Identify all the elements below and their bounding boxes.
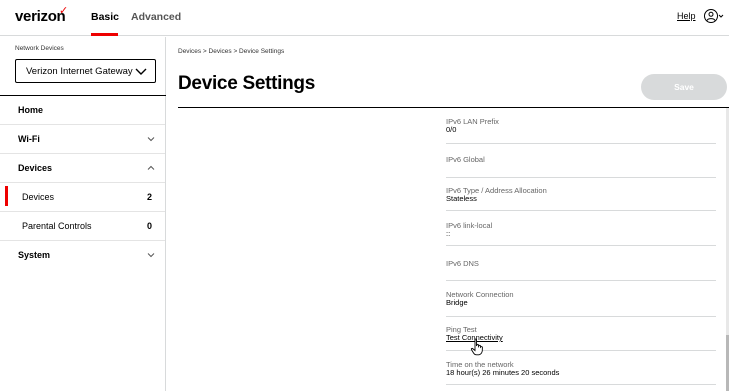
network-devices-dropdown[interactable]: Verizon Internet Gateway [15,59,156,83]
detail-value: Stateless [446,194,477,203]
title-divider [178,107,729,108]
active-tab-indicator [91,33,118,36]
breadcrumb: Devices > Devices > Device Settings [178,48,285,55]
detail-key: IPv6 Global [446,155,485,164]
logo-check-icon: ✓ [59,5,69,17]
sidebar-item-wifi[interactable]: Wi-Fi [0,125,165,154]
chevron-down-icon [147,253,155,258]
detail-value: :: [446,229,451,238]
detail-value: 18 hour(s) 26 minutes 20 seconds [446,368,560,377]
sidebar-item-label: Home [18,105,44,115]
sidebar-item-home[interactable]: Home [0,96,165,125]
detail-ipv6-lan-prefix: IPv6 LAN Prefix 0/0 [446,114,716,144]
detail-ipv6-global: IPv6 Global [446,144,716,178]
help-link[interactable]: Help [677,11,696,21]
chevron-up-icon [147,165,155,170]
page-title: Device Settings [178,73,315,94]
sidebar-item-devices[interactable]: Devices [0,154,165,183]
sidebar-item-label: Wi-Fi [18,134,40,144]
detail-network-connection: Network Connection Bridge [446,281,716,317]
detail-ipv6-link-local: IPv6 link-local :: [446,211,716,246]
user-account-icon[interactable] [703,8,725,24]
detail-ping-test: Ping Test Test Connectivity [446,317,716,351]
sidebar: Network Devices Verizon Internet Gateway… [0,37,166,391]
detail-time-on-network: Time on the network 18 hour(s) 26 minute… [446,351,716,385]
detail-key: IPv6 link-local [446,221,493,230]
active-item-indicator [5,186,8,206]
chevron-down-icon [147,137,155,142]
chevron-down-icon [135,68,147,75]
detail-ipv6-type: IPv6 Type / Address Allocation Stateless [446,178,716,211]
devices-count: 2 [147,192,153,202]
detail-value: 0/0 [446,125,457,134]
detail-ipv6-dns: IPv6 DNS [446,246,716,281]
sidebar-subitem-devices[interactable]: Devices 2 [0,183,165,212]
network-devices-selected: Verizon Internet Gateway [26,66,133,77]
sidebar-item-label: Devices [22,192,55,202]
hand-pointer-icon [470,338,483,356]
save-button[interactable]: Save [641,74,727,100]
nav-advanced-tab[interactable]: Advanced [131,11,181,23]
verizon-logo: verizon [15,8,66,25]
sidebar-subitem-parental-controls[interactable]: Parental Controls 0 [0,212,165,241]
sidebar-item-system[interactable]: System [0,241,165,270]
nav-basic-tab[interactable]: Basic [91,11,119,23]
sidebar-item-label: Devices [18,163,53,173]
sidebar-item-label: Parental Controls [22,221,92,231]
network-devices-label: Network Devices [15,45,64,52]
detail-key: IPv6 DNS [446,259,479,268]
top-bar: verizon ✓ Basic Advanced Help [0,0,729,36]
sidebar-item-label: System [18,250,51,260]
parental-controls-count: 0 [147,221,153,231]
detail-value: Bridge [446,298,468,307]
